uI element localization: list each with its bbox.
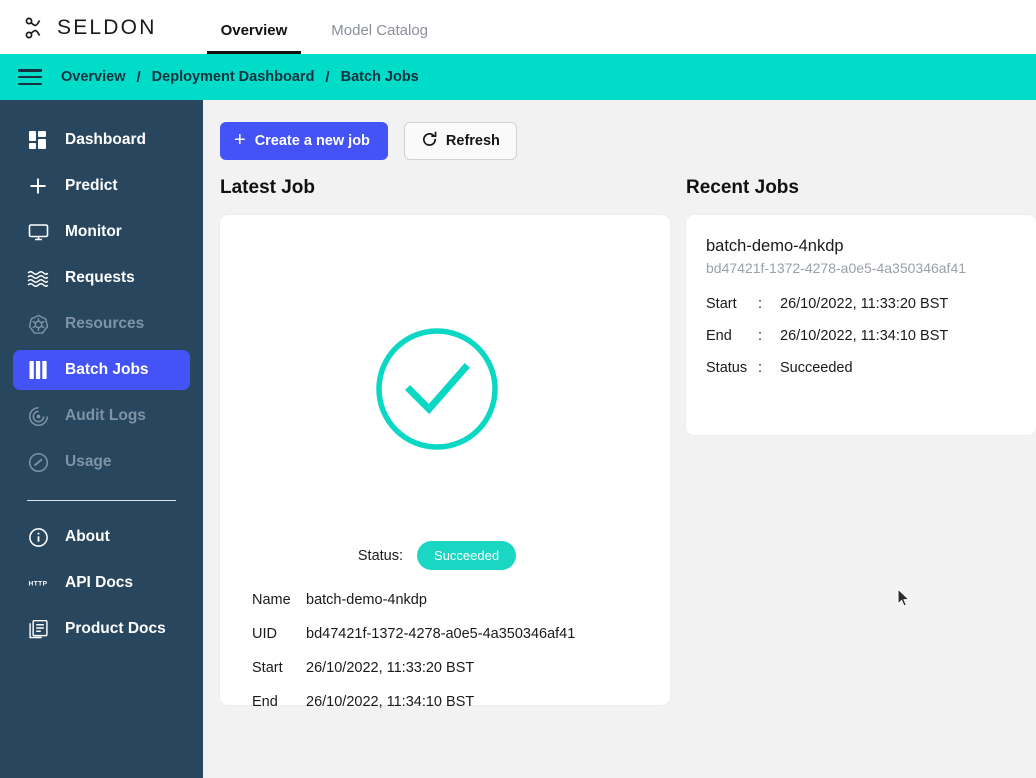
latest-job-field-start: Start 26/10/2022, 11:33:20 BST [232,660,642,676]
sidebar-item-label: Batch Jobs [65,361,149,378]
breadcrumb-separator: / [136,68,141,86]
status-row: Status: Succeeded [232,541,642,570]
sidebar-item-label: Monitor [65,223,122,240]
row-key: Start [706,296,737,312]
row-colon: : [758,360,763,376]
row-value: 26/10/2022, 11:33:20 BST [780,296,949,312]
tab-model-catalog[interactable]: Model Catalog [317,22,442,54]
recent-job-row-end: End : 26/10/2022, 11:34:10 BST [706,328,1016,344]
sidebar-item-requests[interactable]: Requests [13,258,190,298]
sidebar-item-label: Product Docs [65,620,166,637]
sidebar-divider [27,500,176,501]
row-colon: : [758,328,763,344]
plus-icon: + [234,129,246,151]
sidebar-item-audit-logs[interactable]: Audit Logs [13,396,190,436]
content-columns: Latest Job Status: Succeeded Name batch-… [203,177,1036,710]
status-label: Status: [357,547,404,564]
dashboard-grid-icon [27,129,49,151]
brand-name: SELDON [57,16,157,39]
sidebar-item-label: API Docs [65,574,134,591]
field-key: Name [252,592,291,608]
latest-job-field-end: End 26/10/2022, 11:34:10 BST [232,694,642,710]
action-toolbar: + Create a new job Refresh [203,122,1036,160]
refresh-label: Refresh [445,133,500,149]
breadcrumb-deployment-dashboard[interactable]: Deployment Dashboard [152,69,315,85]
gauge-icon [27,451,49,473]
sidebar: Dashboard Predict Monitor Requests Resou… [0,100,203,778]
check-circle-icon [375,327,499,456]
recent-job-item[interactable]: batch-demo-4nkdp bd47421f-1372-4278-a0e5… [686,215,1036,435]
bars-icon [27,359,49,381]
latest-job-card: Status: Succeeded Name batch-demo-4nkdp … [220,215,670,710]
create-new-job-button[interactable]: + Create a new job [220,122,388,160]
main-content: + Create a new job Refresh Latest Job St… [203,100,1036,778]
recent-job-row-start: Start : 26/10/2022, 11:33:20 BST [706,296,1016,312]
breadcrumb-separator: / [325,68,330,86]
breadcrumb-batch-jobs[interactable]: Batch Jobs [341,69,419,85]
row-key: End [706,328,732,344]
top-bar: SELDON Overview Model Catalog [0,0,1036,54]
kubernetes-helm-icon [27,313,49,335]
refresh-button[interactable]: Refresh [403,122,517,160]
sidebar-item-usage[interactable]: Usage [13,442,190,482]
sidebar-item-label: Audit Logs [65,407,146,424]
sidebar-item-batch-jobs[interactable]: Batch Jobs [13,350,190,390]
tab-overview[interactable]: Overview [207,22,302,54]
create-new-job-label: Create a new job [254,133,370,149]
row-value: Succeeded [780,360,853,376]
latest-job-title: Latest Job [220,177,316,198]
sidebar-item-product-docs[interactable]: Product Docs [13,609,190,649]
sidebar-item-label: Predict [65,177,118,194]
recent-job-uid: bd47421f-1372-4278-a0e5-4a350346af41 [706,260,967,276]
recent-jobs-title: Recent Jobs [686,177,799,198]
hamburger-icon[interactable] [18,69,42,85]
status-illustration [232,241,642,541]
sidebar-item-label: Requests [65,269,135,286]
field-value: bd47421f-1372-4278-a0e5-4a350346af41 [306,626,576,642]
documents-icon [27,618,49,640]
sidebar-item-monitor[interactable]: Monitor [13,212,190,252]
field-value: 26/10/2022, 11:34:10 BST [306,694,475,710]
top-nav: Overview Model Catalog [199,0,450,54]
latest-job-column: Latest Job Status: Succeeded Name batch-… [220,177,670,710]
brand[interactable]: SELDON [0,16,157,54]
info-circle-icon [27,526,49,548]
sidebar-item-dashboard[interactable]: Dashboard [13,120,190,160]
body-wrapper: Dashboard Predict Monitor Requests Resou… [0,100,1036,778]
recent-job-row-status: Status : Succeeded [706,360,1016,376]
sidebar-item-label: Resources [65,315,145,332]
waves-icon [27,267,49,289]
sidebar-item-label: Usage [65,453,112,470]
breadcrumb-bar: Overview / Deployment Dashboard / Batch … [0,54,1036,100]
row-key: Status [706,360,748,376]
field-value: 26/10/2022, 11:33:20 BST [306,660,475,676]
field-key: End [252,694,278,710]
row-value: 26/10/2022, 11:34:10 BST [780,328,949,344]
monitor-screen-icon [27,221,49,243]
recent-job-name: batch-demo-4nkdp [706,237,844,255]
http-icon: HTTP [27,572,49,594]
latest-job-field-name: Name batch-demo-4nkdp [232,592,642,608]
sidebar-item-about[interactable]: About [13,517,190,557]
plus-icon [27,175,49,197]
sidebar-item-label: About [65,528,110,545]
sidebar-item-predict[interactable]: Predict [13,166,190,206]
field-key: UID [252,626,277,642]
seldon-knot-logo-icon [22,16,48,40]
row-colon: : [758,296,763,312]
sidebar-item-label: Dashboard [65,131,146,148]
breadcrumb-overview[interactable]: Overview [61,69,126,85]
sidebar-item-api-docs[interactable]: HTTP API Docs [13,563,190,603]
sidebar-item-resources[interactable]: Resources [13,304,190,344]
status-badge: Succeeded [417,541,517,570]
svg-text:HTTP: HTTP [29,581,48,588]
recent-jobs-column: Recent Jobs batch-demo-4nkdp bd47421f-13… [686,177,1036,705]
spiral-target-icon [27,405,49,427]
latest-job-field-uid: UID bd47421f-1372-4278-a0e5-4a350346af41 [232,626,642,642]
field-value: batch-demo-4nkdp [306,592,427,608]
field-key: Start [252,660,283,676]
refresh-icon [421,131,438,152]
